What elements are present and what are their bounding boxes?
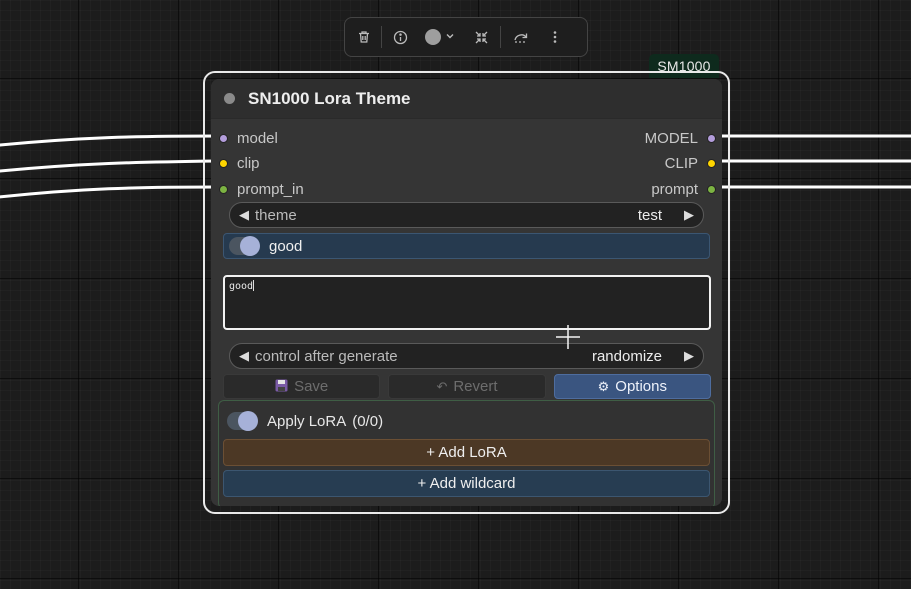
node-header[interactable]: SN1000 Lora Theme: [211, 79, 722, 119]
output-dot-icon[interactable]: [707, 159, 716, 168]
node-title: SN1000 Lora Theme: [248, 88, 411, 108]
output-slot-prompt[interactable]: prompt: [651, 181, 716, 198]
options-button-label: Options: [615, 378, 667, 395]
info-icon[interactable]: [386, 23, 414, 51]
arrow-left-icon[interactable]: ◀: [239, 207, 249, 223]
color-picker-button[interactable]: [420, 23, 460, 51]
input-label-prompt-in: prompt_in: [237, 181, 304, 198]
arrow-right-icon[interactable]: ▶: [684, 348, 694, 364]
wire-clip-in: [0, 159, 219, 173]
options-button[interactable]: ⚙ Options: [553, 374, 711, 399]
gear-icon: ⚙: [597, 378, 610, 394]
collapse-icon[interactable]: [466, 23, 496, 51]
prompt-textarea[interactable]: good: [223, 275, 711, 330]
text-caret: [253, 280, 255, 291]
theme-combo-label: theme: [255, 206, 297, 224]
bypass-icon[interactable]: [505, 23, 537, 51]
control-combo-label: control after generate: [255, 347, 398, 365]
floppy-disk-icon: [275, 379, 288, 395]
input-dot-icon[interactable]: [219, 185, 228, 194]
input-dot-icon[interactable]: [219, 134, 228, 143]
input-slot-prompt-in[interactable]: prompt_in: [219, 181, 304, 198]
output-label-prompt: prompt: [651, 181, 698, 198]
slot-row-model: model MODEL: [211, 126, 722, 148]
good-toggle[interactable]: good: [223, 233, 710, 259]
output-slot-clip[interactable]: CLIP: [665, 155, 716, 172]
theme-combo[interactable]: ◀ theme test ▶: [229, 202, 704, 228]
lora-count: (0/0): [352, 412, 384, 430]
output-label-clip: CLIP: [664, 155, 698, 172]
good-toggle-label: good: [269, 237, 303, 255]
save-button[interactable]: Save: [223, 374, 381, 399]
lora-theme-node[interactable]: SN1000 Lora Theme model MODEL clip CLIP …: [211, 79, 722, 506]
wire-model-in: [0, 134, 219, 147]
arrow-right-icon[interactable]: ▶: [684, 207, 694, 223]
output-dot-icon[interactable]: [707, 185, 716, 194]
crosshair-cursor-icon: [556, 325, 580, 349]
apply-lora-label: Apply LoRA: [267, 412, 347, 430]
input-label-clip: clip: [237, 155, 260, 172]
toggle-switch-icon[interactable]: [229, 236, 260, 256]
slot-row-clip: clip CLIP: [211, 151, 722, 173]
action-button-row: Save ↶ Revert ⚙ Options: [223, 374, 711, 399]
input-slot-clip[interactable]: clip: [219, 155, 260, 172]
theme-combo-value: test: [637, 206, 662, 224]
wire-prompt-in: [0, 185, 219, 199]
output-label-model: MODEL: [644, 130, 698, 147]
control-combo-value: randomize: [591, 347, 662, 365]
add-wildcard-button[interactable]: + Add wildcard: [223, 470, 710, 497]
lora-panel: Apply LoRA (0/0) + Add LoRA + Add wildca…: [218, 400, 715, 506]
control-after-generate-combo[interactable]: ◀ control after generate randomize ▶: [229, 343, 704, 369]
revert-button[interactable]: ↶ Revert: [388, 374, 546, 399]
chevron-down-icon: [445, 28, 455, 46]
prompt-text: good: [229, 281, 254, 292]
revert-button-label: Revert: [453, 378, 498, 395]
collapse-toggle-icon[interactable]: [224, 93, 235, 104]
input-dot-icon[interactable]: [219, 159, 228, 168]
arrow-left-icon[interactable]: ◀: [239, 348, 249, 364]
node-toolbar: [344, 17, 588, 57]
save-button-label: Save: [294, 378, 329, 395]
trash-icon[interactable]: [351, 23, 377, 51]
color-circle-icon: [425, 29, 441, 45]
input-slot-model[interactable]: model: [219, 130, 278, 147]
add-lora-button[interactable]: + Add LoRA: [223, 439, 710, 466]
toolbar-divider: [381, 26, 382, 48]
apply-lora-toggle[interactable]: Apply LoRA (0/0): [227, 411, 384, 431]
output-slot-model[interactable]: MODEL: [645, 130, 716, 147]
input-label-model: model: [237, 130, 278, 147]
output-dot-icon[interactable]: [707, 134, 716, 143]
toggle-switch-icon[interactable]: [227, 411, 258, 431]
more-icon[interactable]: [541, 23, 569, 51]
toolbar-divider: [500, 26, 501, 48]
undo-icon: ↶: [436, 378, 448, 394]
slot-row-prompt: prompt_in prompt: [211, 177, 722, 199]
